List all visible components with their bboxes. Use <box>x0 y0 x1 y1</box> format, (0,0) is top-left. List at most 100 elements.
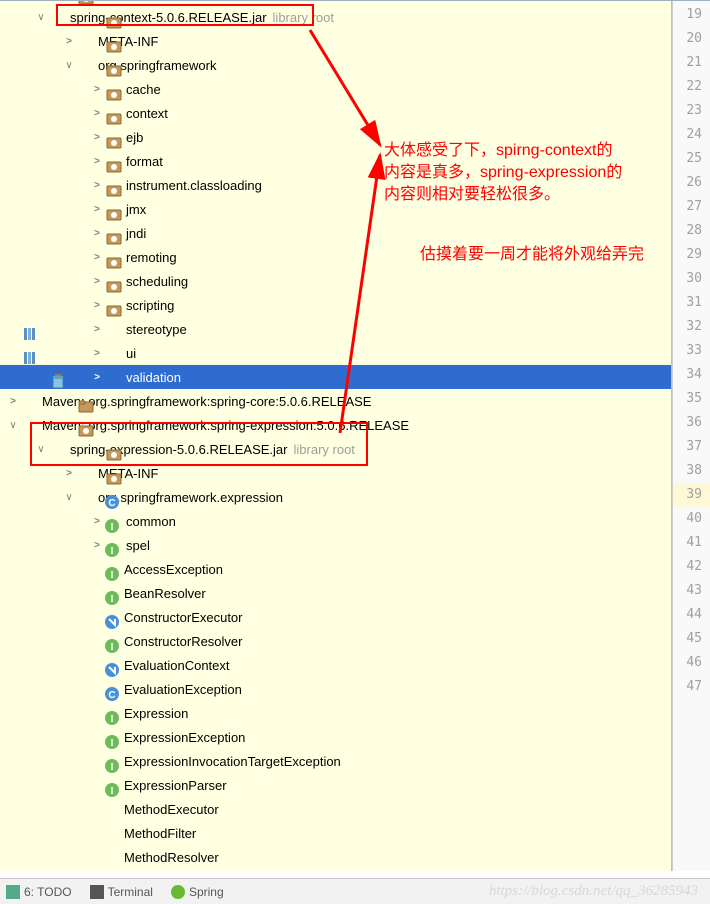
line-number: 44 <box>673 603 710 627</box>
tree-node-jar[interactable]: spring-expression-5.0.6.RELEASE.jarlibra… <box>0 437 671 461</box>
line-number: 40 <box>673 507 710 531</box>
tree-node-package[interactable]: context <box>0 101 671 125</box>
node-label: EvaluationException <box>124 682 242 697</box>
jar-icon <box>50 441 66 457</box>
tree-node-package[interactable]: common <box>0 509 671 533</box>
interface-icon <box>104 849 120 865</box>
node-label: AccessException <box>124 562 223 577</box>
tree-node-package[interactable]: cache <box>0 77 671 101</box>
tree-node-interface[interactable]: ExpressionParser <box>0 773 671 797</box>
node-label: jmx <box>126 202 146 217</box>
bottom-label: Terminal <box>108 885 153 899</box>
tree-node-interface[interactable]: ConstructorExecutor <box>0 605 671 629</box>
line-number: 39 <box>673 483 710 507</box>
node-label: remoting <box>126 250 177 265</box>
tree-node-class[interactable]: ExpressionInvocationTargetException <box>0 749 671 773</box>
expand-arrow-icon[interactable] <box>90 514 104 528</box>
tree-node-library[interactable]: Maven: org.springframework:spring-core:5… <box>0 389 671 413</box>
tree-node-package[interactable]: jndi <box>0 221 671 245</box>
node-label: MethodResolver <box>124 850 219 865</box>
tree-node-interface[interactable]: Expression <box>0 701 671 725</box>
tree-node-interface[interactable]: EvaluationContext <box>0 653 671 677</box>
editor-gutter[interactable]: 1920212223242526272829303132333435363738… <box>672 1 710 871</box>
tree-node-exception[interactable]: EvaluationException <box>0 677 671 701</box>
expand-arrow-icon[interactable] <box>90 538 104 552</box>
tree-node-package[interactable]: instrument.classloading <box>0 173 671 197</box>
line-number: 42 <box>673 555 710 579</box>
expand-arrow-icon[interactable] <box>90 370 104 384</box>
tree-node-class[interactable]: AccessException <box>0 557 671 581</box>
node-label: MethodExecutor <box>124 802 219 817</box>
expand-arrow-icon[interactable] <box>6 394 20 408</box>
expand-arrow-icon[interactable] <box>34 10 48 24</box>
line-number: 21 <box>673 51 710 75</box>
line-number: 24 <box>673 123 710 147</box>
line-number: 32 <box>673 315 710 339</box>
node-label: ConstructorExecutor <box>124 610 243 625</box>
package-icon <box>106 369 122 385</box>
watermark: https://blog.csdn.net/qq_36285943 <box>489 883 698 900</box>
tree-node-package[interactable]: format <box>0 149 671 173</box>
expand-arrow-icon[interactable] <box>90 106 104 120</box>
expand-arrow-icon[interactable] <box>62 58 76 72</box>
tree-node-exception[interactable]: ExpressionException <box>0 725 671 749</box>
tree-node-jar[interactable]: spring-context-5.0.6.RELEASE.jarlibrary … <box>0 5 671 29</box>
tree-node-interface[interactable]: MethodResolver <box>0 845 671 869</box>
expand-arrow-icon[interactable] <box>62 466 76 480</box>
terminal-icon <box>90 885 104 899</box>
node-label: cache <box>126 82 161 97</box>
expand-arrow-icon[interactable] <box>90 178 104 192</box>
line-number: 28 <box>673 219 710 243</box>
tree-node-package[interactable]: jmx <box>0 197 671 221</box>
tree-node-package[interactable]: stereotype <box>0 317 671 341</box>
node-label: format <box>126 154 163 169</box>
expand-arrow-icon[interactable] <box>90 346 104 360</box>
expand-arrow-icon[interactable] <box>90 226 104 240</box>
terminal-tool-button[interactable]: Terminal <box>90 885 153 899</box>
tree-node-package[interactable]: org.springframework.expression <box>0 485 671 509</box>
expand-arrow-icon[interactable] <box>90 82 104 96</box>
node-label: spel <box>126 538 150 553</box>
tree-node-package[interactable]: scripting <box>0 293 671 317</box>
tree-node-interface[interactable]: BeanResolver <box>0 581 671 605</box>
line-number: 22 <box>673 75 710 99</box>
tree-node-package[interactable]: ejb <box>0 125 671 149</box>
tree-node-package[interactable]: remoting <box>0 245 671 269</box>
node-label: org.springframework.expression <box>98 490 283 505</box>
line-number: 33 <box>673 339 710 363</box>
expand-arrow-icon[interactable] <box>62 490 76 504</box>
tree-node-folder[interactable]: META-INF <box>0 29 671 53</box>
project-tree[interactable]: spring-context-5.0.6.RELEASE.jarlibrary … <box>0 1 672 871</box>
tree-node-package[interactable]: ui <box>0 341 671 365</box>
tree-node-package[interactable]: spel <box>0 533 671 557</box>
node-label: ExpressionInvocationTargetException <box>124 754 341 769</box>
line-number: 19 <box>673 3 710 27</box>
expand-arrow-icon[interactable] <box>62 34 76 48</box>
tree-node-interface[interactable]: ConstructorResolver <box>0 629 671 653</box>
expand-arrow-icon[interactable] <box>90 202 104 216</box>
tree-node-interface[interactable]: MethodExecutor <box>0 797 671 821</box>
node-label: scripting <box>126 298 174 313</box>
tree-node-interface[interactable]: MethodFilter <box>0 821 671 845</box>
expand-arrow-icon[interactable] <box>34 442 48 456</box>
expand-arrow-icon[interactable] <box>90 250 104 264</box>
expand-arrow-icon[interactable] <box>90 298 104 312</box>
line-number: 23 <box>673 99 710 123</box>
tree-node-package[interactable]: scheduling <box>0 269 671 293</box>
tree-node-library[interactable]: Maven: org.springframework:spring-expres… <box>0 413 671 437</box>
node-label: EvaluationContext <box>124 658 230 673</box>
node-label: BeanResolver <box>124 586 206 601</box>
spring-tool-button[interactable]: Spring <box>171 885 224 899</box>
expand-arrow-icon[interactable] <box>90 274 104 288</box>
bottom-label: 6: TODO <box>24 885 72 899</box>
tree-node-package-selected[interactable]: validation <box>0 365 671 389</box>
expand-arrow-icon[interactable] <box>90 130 104 144</box>
node-label: spring-context-5.0.6.RELEASE.jar <box>70 10 267 25</box>
expand-arrow-icon[interactable] <box>90 154 104 168</box>
todo-tool-button[interactable]: 6: TODO <box>6 885 72 899</box>
line-number: 34 <box>673 363 710 387</box>
expand-arrow-icon[interactable] <box>90 322 104 336</box>
expand-arrow-icon[interactable] <box>6 418 20 432</box>
tree-node-package[interactable]: org.springframework <box>0 53 671 77</box>
tree-node-folder[interactable]: META-INF <box>0 461 671 485</box>
